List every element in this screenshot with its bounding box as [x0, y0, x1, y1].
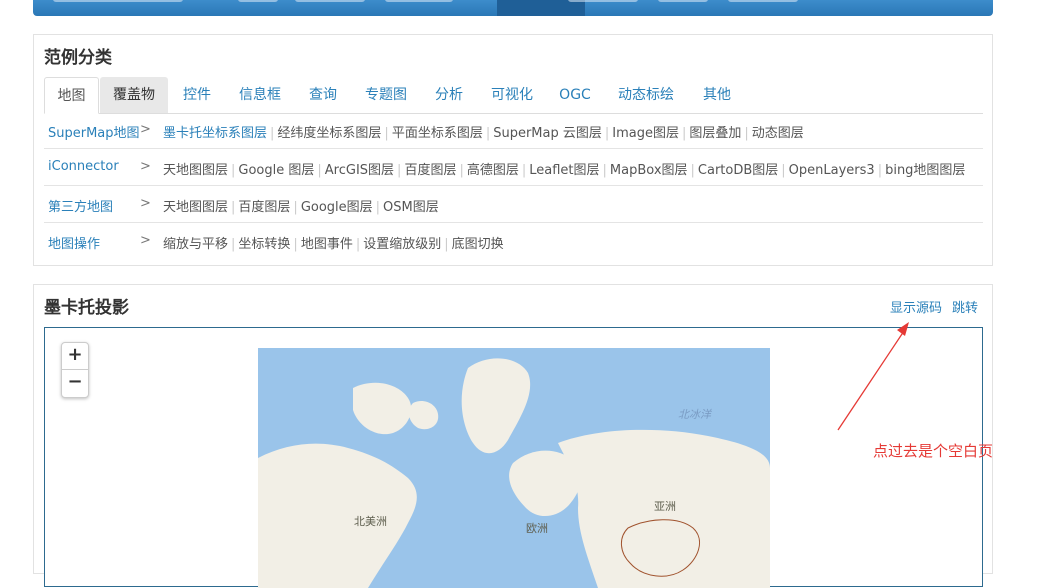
row-category[interactable]: iConnector [48, 159, 119, 174]
example-link[interactable]: 缩放与平移 [163, 237, 228, 252]
tab-other[interactable]: 其他 [692, 77, 742, 113]
example-link[interactable]: 天地图图层 [163, 163, 228, 178]
row-links: 缩放与平移 | 坐标转换 | 地图事件 | 设置缩放级别 | 底图切换 [163, 237, 504, 252]
category-row-third-party: 第三方地图 > 天地图图层 | 百度图层 | Google图层 | OSM图层 [44, 186, 983, 223]
example-link[interactable]: 百度图层 [238, 200, 290, 215]
example-title: 墨卡托投影 [44, 298, 129, 318]
tab-map[interactable]: 地图 [44, 77, 99, 114]
example-link[interactable]: MapBox图层 [610, 163, 688, 178]
nav-item-blurred[interactable] [238, 0, 278, 2]
example-link[interactable]: 经纬度坐标系图层 [277, 126, 381, 141]
tab-dynamic-plot[interactable]: 动态标绘 [606, 77, 686, 113]
map-canvas[interactable]: 北冰洋 北美洲 欧洲 亚洲 [258, 348, 770, 588]
annotation-note: 点过去是个空白页 [873, 442, 994, 460]
nav-item-blurred[interactable] [53, 0, 183, 2]
example-link[interactable]: OpenLayers3 [789, 163, 875, 178]
category-tabs: 地图 覆盖物 控件 信息框 查询 专题图 分析 可视化 OGC 动态标绘 其他 [44, 77, 983, 114]
map-label-europe: 欧洲 [526, 522, 548, 535]
tab-overlay[interactable]: 覆盖物 [100, 77, 168, 113]
category-row-map-operation: 地图操作 > 缩放与平移 | 坐标转换 | 地图事件 | 设置缩放级别 | 底图切换 [44, 223, 983, 260]
nav-item-blurred[interactable] [728, 0, 798, 2]
tab-visualization[interactable]: 可视化 [480, 77, 544, 113]
example-link[interactable]: OSM图层 [383, 200, 439, 215]
tab-analysis[interactable]: 分析 [424, 77, 474, 113]
row-links: 墨卡托坐标系图层 | 经纬度坐标系图层 | 平面坐标系图层 | SuperMap 云图层 | I… [163, 126, 804, 141]
example-link[interactable]: 百度图层 [404, 163, 456, 178]
example-link[interactable]: CartoDB图层 [698, 163, 778, 178]
example-link[interactable]: 墨卡托坐标系图层 [163, 126, 267, 141]
row-arrow: > [140, 196, 151, 211]
example-link[interactable]: 坐标转换 [238, 237, 290, 252]
example-link[interactable]: 图层叠加 [689, 126, 741, 141]
example-link[interactable]: 地图事件 [301, 237, 353, 252]
tab-thematic-map[interactable]: 专题图 [354, 77, 418, 113]
category-row-iconnector: iConnector > 天地图图层 | Google 图层 | ArcGIS图层 | 百度… [44, 149, 983, 186]
nav-item-blurred[interactable] [568, 0, 638, 2]
row-category[interactable]: SuperMap地图 [48, 122, 140, 141]
example-link[interactable]: 天地图图层 [163, 200, 228, 215]
tab-query[interactable]: 查询 [298, 77, 348, 113]
row-links: 天地图图层 | 百度图层 | Google图层 | OSM图层 [163, 200, 439, 215]
example-link[interactable]: 设置缩放级别 [363, 237, 441, 252]
example-link[interactable]: Google 图层 [238, 163, 314, 178]
example-link[interactable]: 动态图层 [752, 126, 804, 141]
row-category[interactable]: 地图操作 [48, 233, 100, 252]
row-arrow: > [140, 159, 151, 174]
jump-link[interactable]: 跳转 [952, 297, 978, 316]
example-category-panel: 范例分类 地图 覆盖物 控件 信息框 查询 专题图 分析 可视化 OGC 动态标… [33, 34, 993, 266]
nav-item-active[interactable] [497, 0, 585, 16]
example-link[interactable]: SuperMap 云图层 [493, 126, 602, 141]
row-category[interactable]: 第三方地图 [48, 196, 113, 215]
tab-control[interactable]: 控件 [172, 77, 222, 113]
example-link[interactable]: Image图层 [612, 126, 679, 141]
example-link[interactable]: 底图切换 [452, 237, 504, 252]
example-link[interactable]: bing地图图层 [885, 163, 965, 178]
example-link[interactable]: ArcGIS图层 [325, 163, 394, 178]
nav-item-blurred[interactable] [385, 0, 453, 2]
map-label-arctic-ocean: 北冰洋 [678, 408, 711, 421]
tab-ogc[interactable]: OGC [550, 77, 600, 113]
nav-item-blurred[interactable] [295, 0, 365, 2]
tab-info-window[interactable]: 信息框 [228, 77, 292, 113]
row-arrow: > [140, 122, 151, 137]
example-link[interactable]: Leaflet图层 [529, 163, 599, 178]
example-link[interactable]: Google图层 [301, 200, 373, 215]
row-links: 天地图图层 | Google 图层 | ArcGIS图层 | 百度图层 | 高德图层 | Leafl… [163, 163, 966, 178]
zoom-in-button[interactable]: + [62, 343, 88, 370]
row-arrow: > [140, 233, 151, 248]
zoom-control: + − [61, 342, 89, 398]
map-label-asia: 亚洲 [654, 500, 676, 513]
section-title: 范例分类 [44, 48, 112, 68]
nav-item-blurred[interactable] [658, 0, 708, 2]
zoom-out-button[interactable]: − [62, 370, 88, 396]
world-map-shapes [258, 358, 770, 588]
example-link[interactable]: 平面坐标系图层 [392, 126, 483, 141]
top-navbar [33, 0, 993, 16]
show-source-link[interactable]: 显示源码 [890, 297, 942, 316]
map-container[interactable]: + − 北冰洋 北美洲 欧洲 亚洲 [44, 327, 983, 588]
category-row-supermap: SuperMap地图 > 墨卡托坐标系图层 | 经纬度坐标系图层 | 平面坐标系图层 | S… [44, 112, 983, 149]
mercator-example-panel: 墨卡托投影 显示源码 跳转 + − 北冰洋 北美洲 欧洲 亚洲 [33, 284, 993, 588]
example-link[interactable]: 高德图层 [467, 163, 519, 178]
map-label-north-america: 北美洲 [354, 515, 387, 528]
